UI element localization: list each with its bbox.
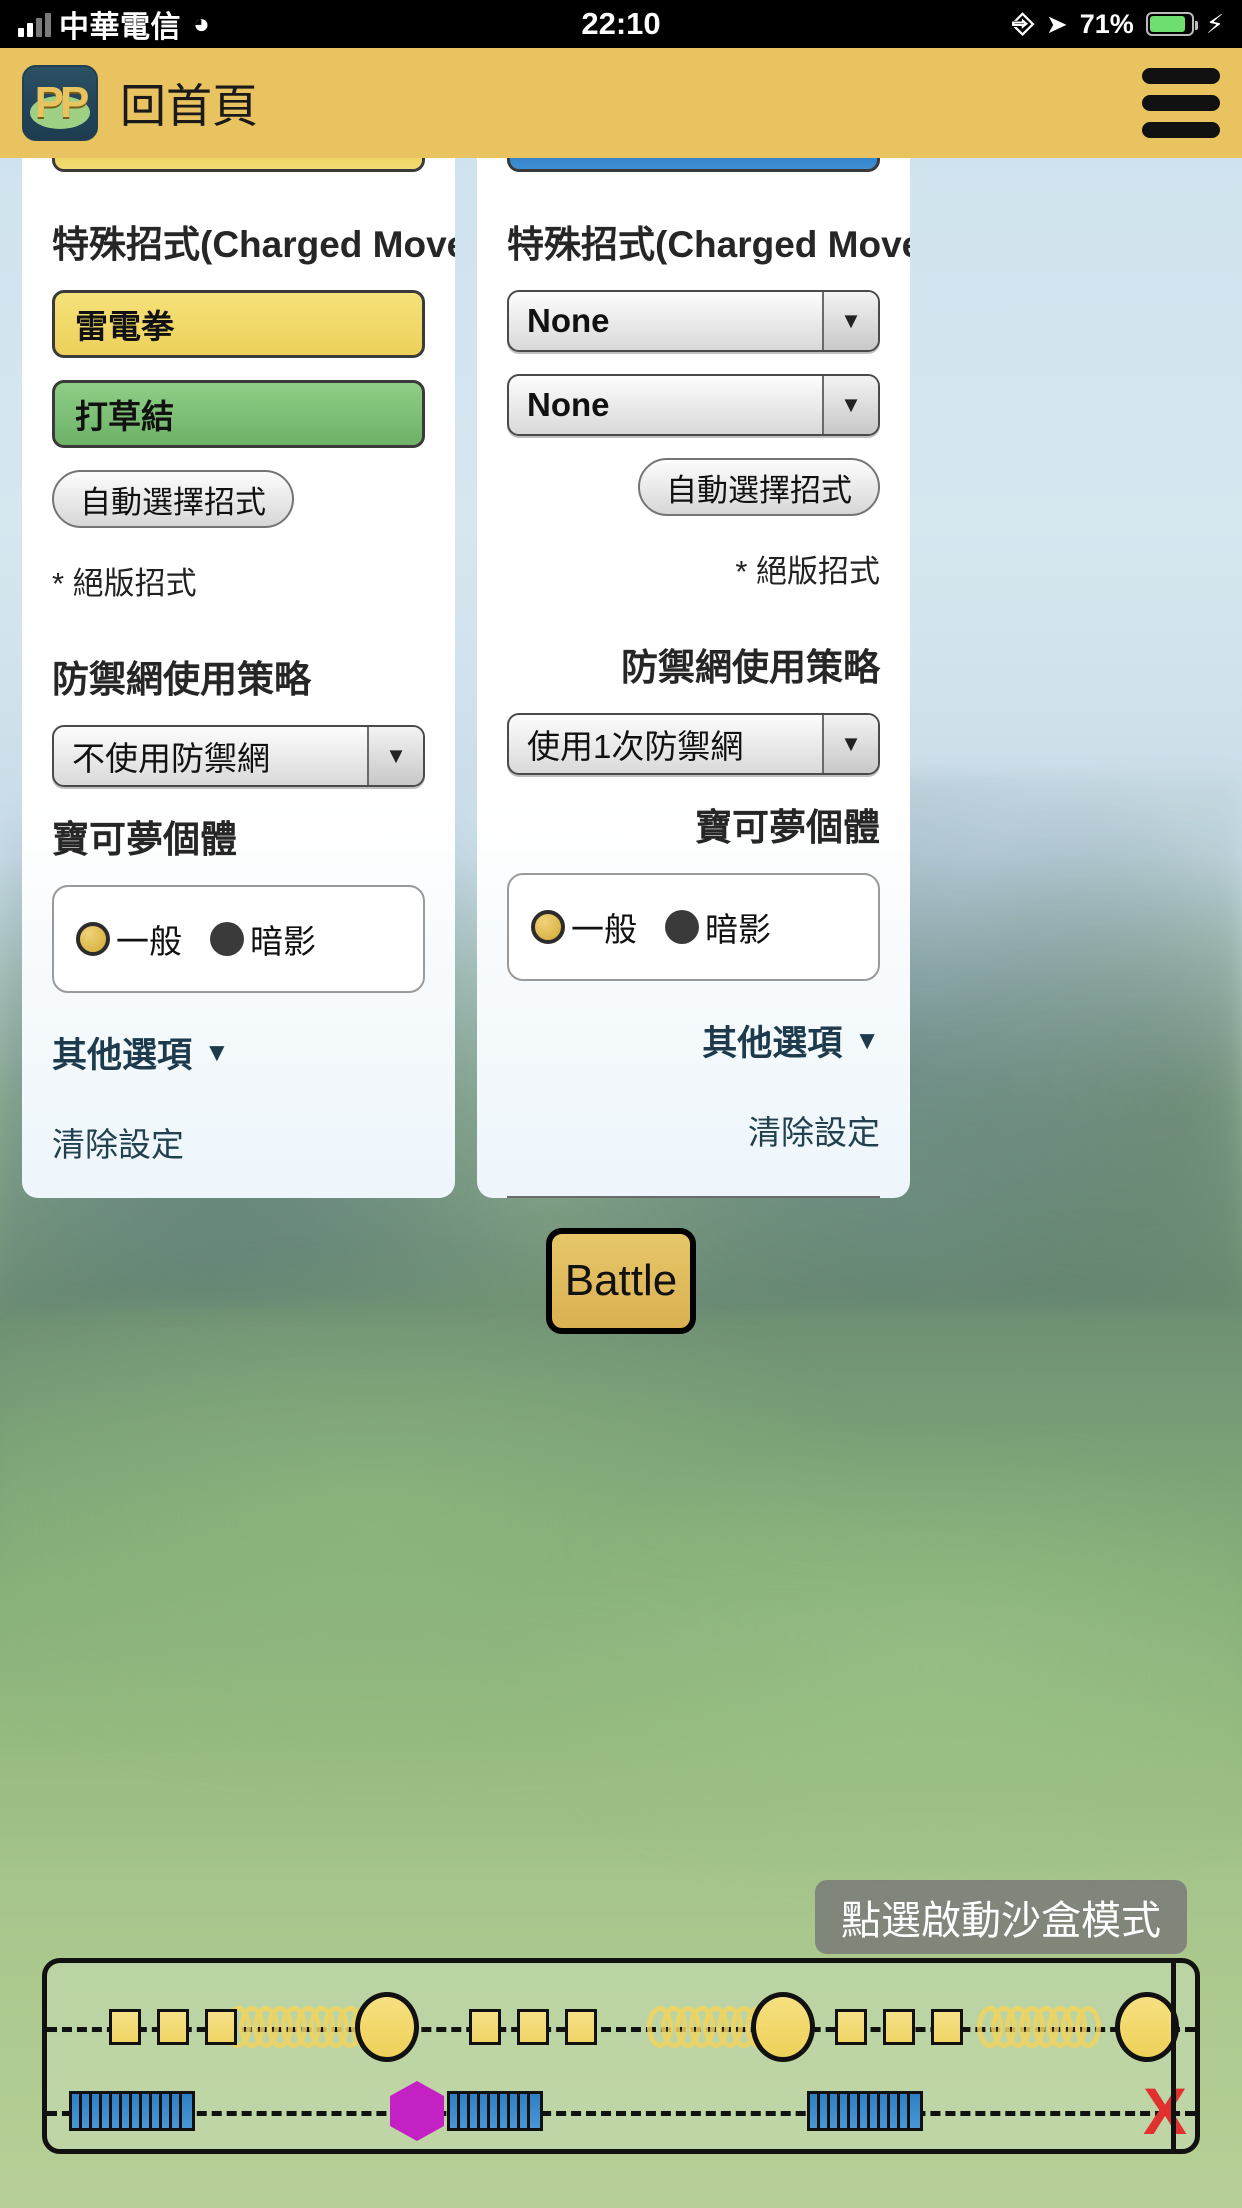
left-more-options-label: 其他選項 <box>52 1036 193 1075</box>
logo-text: PP <box>34 78 90 127</box>
chevron-down-icon: ▼ <box>367 727 423 785</box>
right-fast-move-clipped[interactable] <box>507 158 880 172</box>
right-shield-strategy-select[interactable]: 使用1次防禦網 ▼ <box>507 713 880 775</box>
timeline-fast-move-node[interactable] <box>469 2009 501 2045</box>
sandbox-mode-badge[interactable]: 點選啟動沙盒模式 <box>815 1880 1187 1954</box>
right-charged-moves-title: 特殊招式(Charged Moves) <box>507 224 910 265</box>
right-charged-move-1-value: None <box>527 302 610 339</box>
left-shield-strategy-select[interactable]: 不使用防禦網 ▼ <box>52 725 425 787</box>
chevron-down-icon: ▼ <box>854 1025 880 1055</box>
right-radio-shadow[interactable]: 暗影 <box>665 903 771 951</box>
timeline-coil-top-3 <box>977 1998 1101 2056</box>
chevron-down-icon: ▼ <box>822 292 878 350</box>
left-charged-move-1[interactable]: 雷電拳 <box>52 290 425 358</box>
timeline-fast-move-node[interactable] <box>205 2009 237 2045</box>
radio-selected-icon <box>531 910 565 944</box>
right-radio-shadow-label: 暗影 <box>705 911 771 948</box>
radio-unselected-icon <box>665 910 699 944</box>
timeline-blue-fast-move-group[interactable] <box>447 2091 543 2131</box>
fast-move-button[interactable] <box>507 158 880 172</box>
right-radio-normal-label: 一般 <box>571 911 637 948</box>
timeline-fast-move-node[interactable] <box>931 2009 963 2045</box>
right-charged-move-1-select[interactable]: None ▼ <box>507 290 880 352</box>
right-shield-strategy-title: 防禦網使用策略 <box>621 647 880 688</box>
app-header: PP 回首頁 <box>0 48 1242 158</box>
timeline-fast-move-node[interactable] <box>517 2009 549 2045</box>
timeline-fast-move-node[interactable] <box>565 2009 597 2045</box>
right-hp-bar: 0 / 137 <box>507 1196 880 1198</box>
battle-timeline[interactable]: X <box>42 1958 1200 2154</box>
timeline-charged-move-node[interactable] <box>355 1992 419 2062</box>
timeline-fast-move-node[interactable] <box>883 2009 915 2045</box>
clock-label: 22:10 <box>581 6 661 41</box>
left-charged-move-2[interactable]: 打草結 <box>52 380 425 448</box>
panel-divider <box>455 158 477 1198</box>
right-shield-strategy-value: 使用1次防禦網 <box>527 728 744 765</box>
timeline-dashline-bottom <box>47 2111 1195 2116</box>
hamburger-menu-icon[interactable] <box>1142 68 1220 138</box>
right-clear-settings-link[interactable]: 清除設定 <box>507 1106 880 1154</box>
left-shield-strategy-title: 防禦網使用策略 <box>52 659 311 700</box>
left-shield-strategy-value: 不使用防禦網 <box>72 740 270 777</box>
chevron-down-icon: ▼ <box>204 1037 230 1067</box>
right-pokemon-panel: 特殊招式(Charged Moves) None ▼ None ▼ 自動選擇招式… <box>477 158 910 1198</box>
timeline-end-line <box>1171 1963 1176 2149</box>
left-radio-shadow[interactable]: 暗影 <box>210 915 316 963</box>
timeline-charged-move-node[interactable] <box>1115 1992 1179 2062</box>
radio-unselected-icon <box>210 922 244 956</box>
home-link[interactable]: 回首頁 <box>120 70 258 136</box>
chevron-down-icon: ▼ <box>822 376 878 434</box>
right-charged-move-2-value: None <box>527 386 610 423</box>
left-radio-shadow-label: 暗影 <box>250 923 316 960</box>
left-auto-select-moves-button[interactable]: 自動選擇招式 <box>52 470 294 528</box>
right-more-options-label: 其他選項 <box>702 1024 843 1063</box>
left-charged-moves-title: 特殊招式(Charged Moves) <box>52 224 455 265</box>
right-auto-select-moves-button[interactable]: 自動選擇招式 <box>638 458 880 516</box>
right-legacy-move-note: * 絕版招式 <box>735 554 880 589</box>
timeline-shield-marker[interactable] <box>390 2081 444 2141</box>
battle-button-container: Battle <box>0 1228 1242 1334</box>
left-legacy-move-note: * 絕版招式 <box>52 566 197 601</box>
chevron-down-icon: ▼ <box>822 715 878 773</box>
timeline-coil-top-1 <box>225 1998 377 2056</box>
left-fast-move-clipped[interactable] <box>52 158 425 172</box>
fast-move-button[interactable] <box>52 158 425 172</box>
left-clear-settings-link[interactable]: 清除設定 <box>52 1118 425 1166</box>
ios-status-bar: 中華電信 ◕ 22:10 ⎆ ➤ 71% ⚡ <box>0 0 1242 48</box>
left-radio-normal[interactable]: 一般 <box>76 915 182 963</box>
right-form-title: 寶可夢個體 <box>695 807 880 848</box>
timeline-fast-move-node[interactable] <box>157 2009 189 2045</box>
battle-button[interactable]: Battle <box>546 1228 696 1334</box>
timeline-fast-move-node[interactable] <box>109 2009 141 2045</box>
left-form-radio-group[interactable]: 一般 暗影 <box>52 885 425 993</box>
radio-selected-icon <box>76 922 110 956</box>
left-form-title: 寶可夢個體 <box>52 819 237 860</box>
left-radio-normal-label: 一般 <box>116 923 182 960</box>
right-form-radio-group[interactable]: 一般 暗影 <box>507 873 880 981</box>
timeline-blue-fast-move-group[interactable] <box>69 2091 195 2131</box>
timeline-fast-move-node[interactable] <box>835 2009 867 2045</box>
timeline-blue-fast-move-group[interactable] <box>807 2091 923 2131</box>
timeline-faint-x-marker: X <box>1142 2074 1188 2148</box>
right-more-options-toggle[interactable]: 其他選項 ▼ <box>507 1015 880 1066</box>
right-charged-move-2-select[interactable]: None ▼ <box>507 374 880 436</box>
pokemon-config-panels: 特殊招式(Charged Moves) 雷電拳 打草結 自動選擇招式 * 絕版招… <box>0 158 1242 1198</box>
left-pokemon-panel: 特殊招式(Charged Moves) 雷電拳 打草結 自動選擇招式 * 絕版招… <box>22 158 455 1198</box>
right-radio-normal[interactable]: 一般 <box>531 903 637 951</box>
left-more-options-toggle[interactable]: 其他選項 ▼ <box>52 1027 425 1078</box>
timeline-charged-move-node[interactable] <box>751 1992 815 2062</box>
battery-icon <box>1145 12 1198 36</box>
pvpoke-logo[interactable]: PP <box>22 65 98 141</box>
